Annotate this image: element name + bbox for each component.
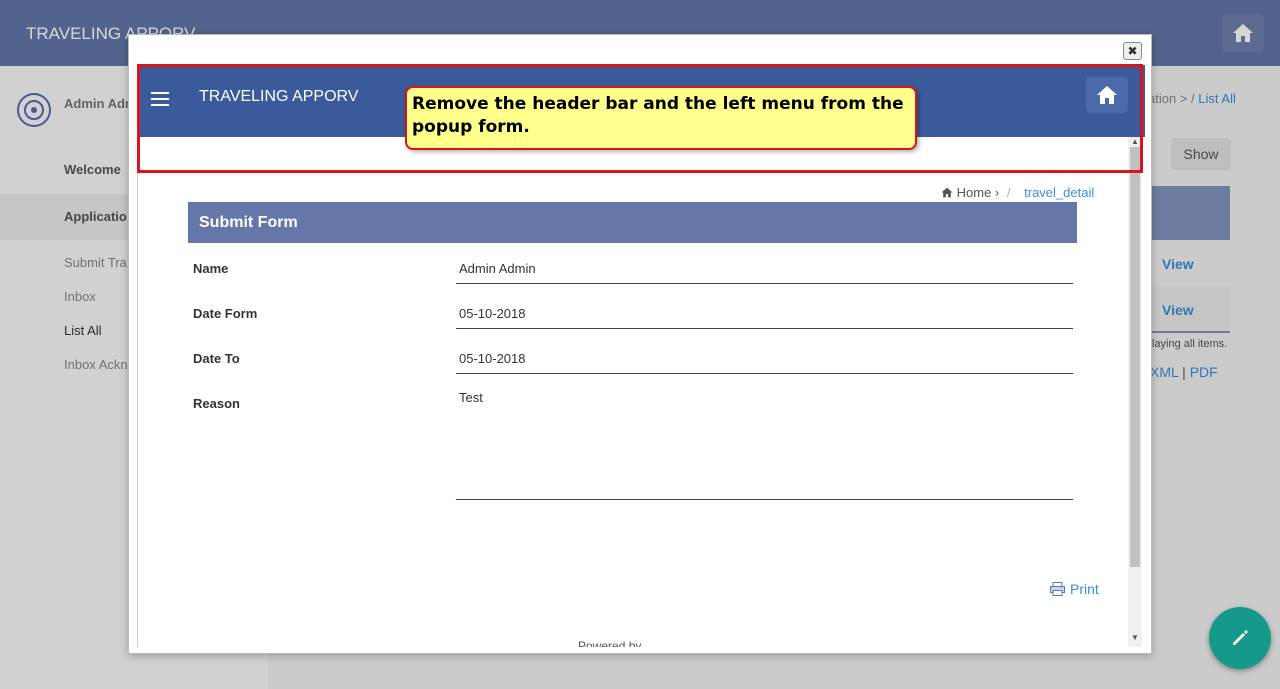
reason-label: Reason (193, 396, 240, 411)
print-button[interactable]: Print (1050, 581, 1099, 597)
pencil-icon (1233, 630, 1248, 645)
footer-text: Powered by ... (578, 639, 655, 647)
annotation-callout: Remove the header bar and the left menu … (405, 86, 917, 150)
scrollbar[interactable]: ▲ ▼ (1128, 137, 1142, 647)
chevron-right-icon: › (991, 185, 1000, 200)
scroll-thumb[interactable] (1130, 147, 1140, 567)
printer-icon (1050, 582, 1065, 596)
close-button[interactable]: ✖ (1123, 42, 1142, 60)
home-icon (941, 187, 953, 198)
breadcrumb-home[interactable]: Home (957, 185, 992, 200)
breadcrumb-current[interactable]: travel_detail (1024, 185, 1094, 200)
name-field[interactable]: Admin Admin (456, 261, 1073, 284)
date-to-field[interactable]: 05-10-2018 (456, 351, 1073, 374)
popup-breadcrumb: Home › / travel_detail (941, 185, 1094, 200)
edit-fab-button[interactable] (1209, 607, 1271, 669)
form-title: Submit Form (188, 202, 1077, 243)
reason-field[interactable]: Test (456, 390, 1073, 500)
date-from-label: Date Form (193, 306, 258, 321)
name-label: Name (193, 261, 229, 276)
scroll-down-icon[interactable]: ▼ (1131, 633, 1139, 642)
date-to-label: Date To (193, 351, 240, 366)
date-from-field[interactable]: 05-10-2018 (456, 306, 1073, 329)
print-label: Print (1070, 581, 1099, 597)
breadcrumb-sep: / (1006, 185, 1011, 200)
